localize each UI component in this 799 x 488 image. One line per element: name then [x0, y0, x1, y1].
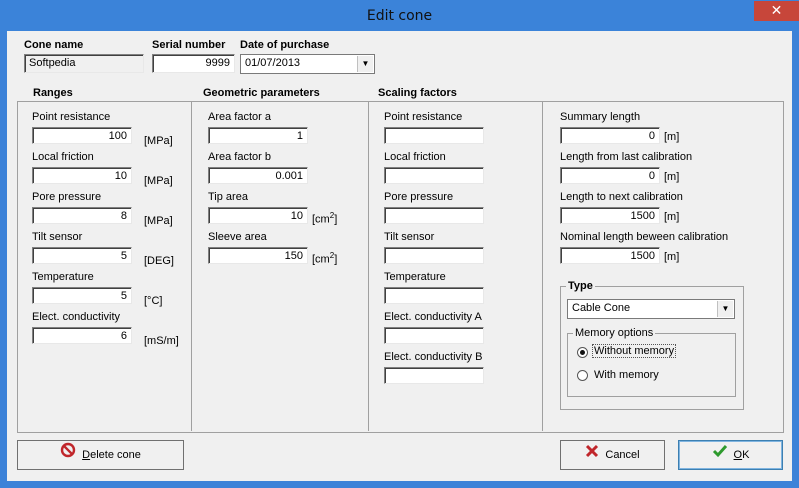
unit-label: [MPa] [144, 175, 173, 187]
cone-type-value: Cable Cone [572, 302, 631, 314]
scaling-tilt-sensor-field[interactable] [384, 247, 484, 264]
ranges-elect-conductivity-field[interactable]: 6 [32, 327, 132, 344]
geometric-title: Geometric parameters [201, 87, 322, 99]
cross-icon [585, 441, 599, 469]
window: Edit cone ✕ Cone name Softpedia Serial n… [0, 0, 799, 488]
geometric-label: Area factor b [208, 151, 271, 163]
date-of-purchase-picker[interactable]: 01/07/2013 ▼ [240, 54, 375, 74]
ranges-label: Pore pressure [32, 191, 102, 203]
scaling-temperature-field[interactable] [384, 287, 484, 304]
scaling-label: Temperature [384, 271, 446, 283]
scaling-local-friction-field[interactable] [384, 167, 484, 184]
ok-button[interactable]: OK [678, 440, 783, 470]
unit-label: [MPa] [144, 215, 173, 227]
memory-options-title: Memory options [573, 327, 656, 339]
geometric-label: Area factor a [208, 111, 271, 123]
length-label: Length from last calibration [560, 151, 693, 163]
window-title: Edit cone [366, 8, 433, 24]
area-factor-b-field[interactable]: 0.001 [208, 167, 308, 184]
chevron-down-icon[interactable]: ▼ [717, 301, 733, 317]
length-to-next-calibration-field[interactable]: 1500 [560, 207, 660, 224]
scaling-label: Tilt sensor [384, 231, 435, 243]
ranges-label: Temperature [32, 271, 94, 283]
ranges-label: Local friction [32, 151, 94, 163]
ranges-tilt-sensor-field[interactable]: 5 [32, 247, 132, 264]
ranges-temperature-field[interactable]: 5 [32, 287, 132, 304]
accelerator-key: D [82, 449, 91, 461]
ranges-label: Elect. conductivity [32, 311, 121, 323]
radio-selected-dot [580, 350, 585, 355]
ok-label: K [742, 449, 750, 461]
close-button[interactable]: ✕ [754, 1, 799, 21]
geometric-label: Tip area [208, 191, 248, 203]
scaling-label: Pore pressure [384, 191, 454, 203]
cone-type-select[interactable]: Cable Cone ▼ [567, 299, 735, 319]
dialog-client-area: Cone name Softpedia Serial number 9999 D… [7, 31, 792, 481]
type-title: Type [566, 280, 595, 292]
summary-length-field[interactable]: 0 [560, 127, 660, 144]
length-label: Length to next calibration [560, 191, 683, 203]
ranges-pore-pressure-field[interactable]: 8 [32, 207, 132, 224]
length-label: Nominal length beween calibration [560, 231, 729, 243]
radio-without-memory[interactable] [577, 347, 588, 358]
scaling-title: Scaling factors [376, 87, 459, 99]
sleeve-area-field[interactable]: 150 [208, 247, 308, 264]
tip-area-field[interactable]: 10 [208, 207, 308, 224]
nominal-length-field[interactable]: 1500 [560, 247, 660, 264]
chevron-down-icon[interactable]: ▼ [357, 56, 373, 72]
date-of-purchase-value: 01/07/2013 [245, 57, 301, 69]
length-label: Summary length [560, 111, 641, 123]
with-memory-label[interactable]: With memory [594, 369, 659, 381]
divider [542, 102, 543, 431]
date-of-purchase-label: Date of purchase [240, 39, 330, 51]
divider [191, 102, 192, 431]
delete-cone-button[interactable]: Delete cone [17, 440, 184, 470]
scaling-point-resistance-field[interactable] [384, 127, 484, 144]
scaling-label: Elect. conductivity A [384, 311, 482, 323]
prohibited-icon [60, 441, 76, 469]
unit-label: [m] [664, 211, 680, 223]
cancel-button[interactable]: Cancel [560, 440, 665, 470]
ranges-label: Point resistance [32, 111, 111, 123]
scaling-elect-conductivity-a-field[interactable] [384, 327, 484, 344]
scaling-label: Point resistance [384, 111, 463, 123]
accelerator-key: O [733, 449, 743, 461]
ranges-title: Ranges [31, 87, 75, 99]
unit-label: [DEG] [144, 255, 174, 267]
unit-label: [°C] [144, 295, 163, 307]
memory-options-group [567, 333, 736, 397]
area-factor-a-field[interactable]: 1 [208, 127, 308, 144]
ranges-local-friction-field[interactable]: 10 [32, 167, 132, 184]
radio-with-memory[interactable] [577, 370, 588, 381]
divider [368, 102, 369, 431]
unit-label: [m] [664, 171, 680, 183]
serial-number-label: Serial number [152, 39, 226, 51]
length-from-last-calibration-field[interactable]: 0 [560, 167, 660, 184]
geometric-label: Sleeve area [208, 231, 267, 243]
delete-cone-label: elete cone [90, 449, 141, 461]
ranges-label: Tilt sensor [32, 231, 83, 243]
title-bar: Edit cone ✕ [0, 0, 799, 32]
scaling-label: Local friction [384, 151, 446, 163]
ranges-point-resistance-field[interactable]: 100 [32, 127, 132, 144]
scaling-label: Elect. conductivity B [384, 351, 483, 363]
check-icon [712, 441, 728, 469]
unit-label: [cm2] [312, 251, 338, 266]
scaling-pore-pressure-field[interactable] [384, 207, 484, 224]
cone-name-field[interactable]: Softpedia [24, 54, 144, 73]
cancel-label: Cancel [605, 449, 640, 461]
serial-number-field[interactable]: 9999 [152, 54, 235, 73]
unit-label: [m] [664, 131, 680, 143]
unit-label: [mS/m] [144, 335, 179, 347]
unit-label: [m] [664, 251, 680, 263]
scaling-elect-conductivity-b-field[interactable] [384, 367, 484, 384]
unit-label: [cm2] [312, 211, 338, 226]
unit-label: [MPa] [144, 135, 173, 147]
cone-name-label: Cone name [24, 39, 84, 51]
without-memory-label[interactable]: Without memory [591, 344, 677, 358]
